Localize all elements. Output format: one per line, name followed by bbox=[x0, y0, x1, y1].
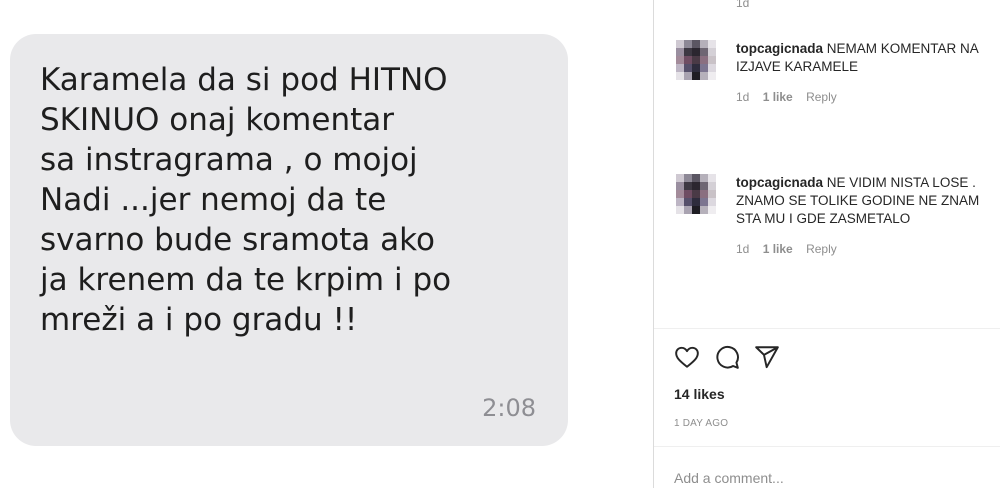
comment-username[interactable]: topcagicnada bbox=[736, 175, 823, 190]
comment-time: 1d bbox=[736, 90, 750, 104]
instagram-comments-panel: 1d topcagicnada NEMAM KOMENTAR NA IZJAVE… bbox=[653, 0, 1000, 488]
comment-icon[interactable] bbox=[714, 344, 740, 370]
likes-count[interactable]: 14 likes bbox=[674, 386, 725, 402]
reply-button[interactable]: Reply bbox=[806, 242, 837, 256]
post-date: 1 DAY AGO bbox=[674, 418, 729, 429]
comment-username[interactable]: topcagicnada bbox=[736, 41, 823, 56]
post-actions bbox=[674, 344, 780, 372]
sms-timestamp: 2:08 bbox=[482, 394, 536, 422]
comment-time: 1d bbox=[736, 242, 750, 256]
comment-likes[interactable]: 1 like bbox=[763, 242, 793, 256]
sms-message-bubble: Karamela da si pod HITNO SKINUO onaj kom… bbox=[10, 34, 568, 446]
comment-body: topcagicnada NE VIDIM NISTA LOSE . ZNAMO… bbox=[736, 174, 1000, 258]
add-comment-input[interactable]: Add a comment... bbox=[674, 470, 784, 486]
divider bbox=[654, 446, 1000, 447]
divider bbox=[654, 328, 1000, 329]
avatar[interactable] bbox=[676, 174, 716, 214]
comment-meta: 1d 1 like Reply bbox=[736, 88, 1000, 106]
heart-icon[interactable] bbox=[674, 344, 700, 370]
comment-likes[interactable]: 1 like bbox=[763, 90, 793, 104]
avatar[interactable] bbox=[676, 40, 716, 80]
share-icon[interactable] bbox=[754, 344, 780, 370]
previous-comment-time: 1d bbox=[736, 0, 750, 10]
reply-button[interactable]: Reply bbox=[806, 90, 837, 104]
comment-body: topcagicnada NEMAM KOMENTAR NA IZJAVE KA… bbox=[736, 40, 1000, 106]
comment-meta: 1d 1 like Reply bbox=[736, 240, 1000, 258]
sms-message-text: Karamela da si pod HITNO SKINUO onaj kom… bbox=[40, 62, 452, 338]
